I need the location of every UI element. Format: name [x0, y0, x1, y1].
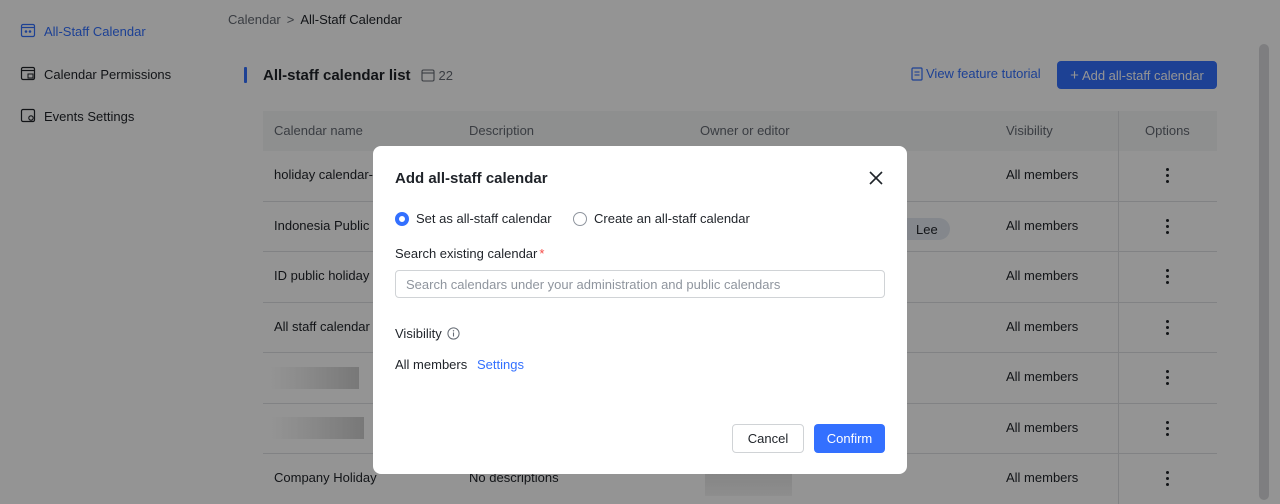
required-mark: * [539, 246, 545, 261]
radio-label: Set as all-staff calendar [416, 211, 552, 226]
search-label-text: Search existing calendar [395, 246, 538, 261]
visibility-label: Visibility [395, 326, 460, 341]
radio-set-as-all-staff[interactable]: Set as all-staff calendar [395, 211, 552, 226]
radio-checked-icon [395, 211, 409, 226]
radio-unchecked-icon [573, 211, 587, 226]
radio-create-all-staff[interactable]: Create an all-staff calendar [573, 211, 750, 226]
confirm-button[interactable]: Confirm [814, 424, 885, 453]
search-calendar-label: Search existing calendar * [395, 246, 544, 261]
search-calendar-input[interactable] [395, 270, 885, 298]
close-icon[interactable] [867, 169, 885, 187]
radio-label: Create an all-staff calendar [594, 211, 750, 226]
visibility-label-text: Visibility [395, 326, 442, 341]
dialog-title: Add all-staff calendar [395, 170, 548, 187]
add-calendar-dialog: Add all-staff calendar Set as all-staff … [373, 146, 907, 474]
info-icon[interactable] [447, 327, 460, 340]
visibility-value: All members [395, 357, 468, 372]
cancel-button[interactable]: Cancel [732, 424, 804, 453]
visibility-settings-link[interactable]: Settings [477, 357, 524, 372]
